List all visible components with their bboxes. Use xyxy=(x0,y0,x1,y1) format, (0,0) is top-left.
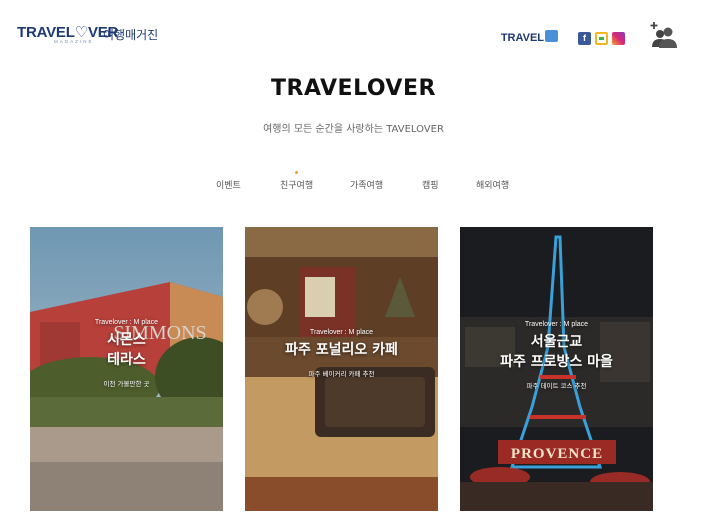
card-description: 이천 가볼만한 곳 xyxy=(103,380,150,388)
nav-item-overseas-trip[interactable]: 해외여행 xyxy=(476,178,509,191)
page-subtitle: 여행의 모든 순간을 사랑하는 TAVELOVER xyxy=(263,124,444,135)
active-dot-indicator xyxy=(295,171,299,174)
card-text-block: Travelover : M place 서울근교 파주 프로방스 마을 파주 데… xyxy=(460,321,653,390)
travel-badge[interactable]: TRAVEL xyxy=(501,30,558,44)
site-header: TRAVEL♡VER MAGAZINE 여행매거진 TRAVEL f xyxy=(0,0,707,62)
logo-subtitle: MAGAZINE xyxy=(54,39,94,44)
card-description: 파주 베이커리 카페 추천 xyxy=(308,370,375,378)
nav-item-camping[interactable]: 캠핑 xyxy=(422,178,439,191)
card-title: 시몬스 테라스 xyxy=(107,332,146,368)
card-tag: Travelover : M place xyxy=(524,321,589,328)
card-title: 파주 포널리오 카페 xyxy=(285,342,398,358)
add-user-icon[interactable] xyxy=(649,21,677,49)
nav-item-event[interactable]: 이벤트 xyxy=(216,178,241,191)
logo-korean-text[interactable]: 여행매거진 xyxy=(103,26,158,43)
card-paju-cafe[interactable]: Travelover : M place 파주 포널리오 카페 파주 베이커리 … xyxy=(245,227,438,511)
card-provence-village[interactable]: PROVENCE Travelover : M place 서울근교 파주 프로방… xyxy=(460,227,653,511)
card-tag: Travelover : M place xyxy=(309,329,374,336)
header-right-icons: TRAVEL f xyxy=(501,21,677,52)
page-title: TRAVELOVER xyxy=(271,76,436,101)
travel-badge-icon xyxy=(545,30,558,42)
provence-sign: PROVENCE xyxy=(511,446,603,462)
card-description: 파주 데이트 코스 추천 xyxy=(526,382,587,390)
facebook-icon[interactable]: f xyxy=(578,31,591,45)
card-text-block: Travelover : M place 시몬스 테라스 이천 가볼만한 곳 xyxy=(30,319,223,388)
nav-item-family-trip[interactable]: 가족여행 xyxy=(350,178,383,191)
instagram-icon[interactable] xyxy=(612,31,625,45)
card-text-block: Travelover : M place 파주 포널리오 카페 파주 베이커리 … xyxy=(245,329,438,378)
card-title: 서울근교 파주 프로방스 마을 xyxy=(500,334,613,370)
card-tag: Travelover : M place xyxy=(94,319,159,326)
nav-item-friends-trip[interactable]: 친구여행 xyxy=(280,171,313,191)
line-icon[interactable] xyxy=(595,31,608,45)
card-simmons-terrace[interactable]: SIMMONS Travelover : M place 시몬스 테라스 이천 가… xyxy=(30,227,223,511)
